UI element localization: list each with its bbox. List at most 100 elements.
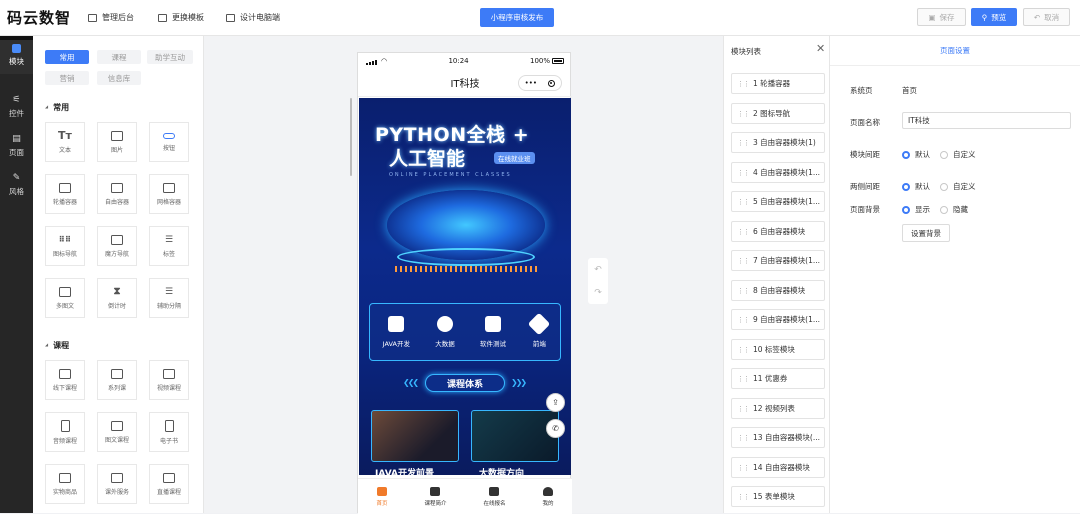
undo-button[interactable]: ↶: [594, 265, 602, 275]
tabbar-signup[interactable]: 在线报名: [483, 486, 506, 507]
tab-common[interactable]: 常用: [45, 50, 89, 64]
comp-audio-course[interactable]: 音频课程: [45, 412, 85, 452]
page-bg-hide-radio[interactable]: 隐藏: [940, 204, 968, 215]
comp-ebook[interactable]: 电子书: [149, 412, 189, 452]
cancel-button[interactable]: ↶ 取消: [1023, 8, 1070, 26]
module-item[interactable]: ⋮⋮ 6 自由容器模块: [731, 221, 825, 242]
close-icon[interactable]: ✕: [816, 42, 825, 55]
nav-design-desktop[interactable]: 设计电脑端: [226, 12, 280, 23]
drag-handle-icon[interactable]: ⋮⋮: [737, 198, 750, 206]
drag-handle-icon[interactable]: ⋮⋮: [737, 110, 750, 118]
comp-grid-container[interactable]: 网格容器: [149, 174, 189, 214]
comp-live-course[interactable]: 直播课程: [149, 464, 189, 504]
nav-admin[interactable]: 管理后台: [88, 12, 134, 23]
drag-handle-icon[interactable]: ⋮⋮: [737, 405, 750, 413]
tab-info[interactable]: 信息库: [97, 71, 141, 85]
comp-extra-service[interactable]: 课外服务: [97, 464, 137, 504]
comp-tag[interactable]: ☰ 标签: [149, 226, 189, 266]
undo-icon: ↶: [1033, 12, 1041, 22]
module-item[interactable]: ⋮⋮ 14 自由容器模块: [731, 457, 825, 478]
icon-nav-module[interactable]: JAVA开发 大数据 软件测试 前端: [369, 303, 561, 361]
drag-handle-icon[interactable]: ⋮⋮: [737, 80, 750, 88]
comp-image[interactable]: 图片: [97, 122, 137, 162]
course-card-java[interactable]: [371, 410, 459, 462]
tabbar-home[interactable]: 首页: [376, 486, 388, 507]
drag-handle-icon[interactable]: ⋮⋮: [737, 287, 750, 295]
drag-handle-icon[interactable]: ⋮⋮: [737, 346, 750, 354]
module-item[interactable]: ⋮⋮ 9 自由容器模块(1...: [731, 309, 825, 330]
module-item[interactable]: ⋮⋮ 5 自由容器模块(1...: [731, 191, 825, 212]
comp-divider[interactable]: ☰ 辅助分隔: [149, 278, 189, 318]
drag-handle-icon[interactable]: ⋮⋮: [737, 464, 750, 472]
icon-nav-bigdata[interactable]: 大数据: [435, 316, 455, 348]
redo-button[interactable]: ↷: [594, 288, 602, 298]
module-item[interactable]: ⋮⋮ 2 图标导航: [731, 103, 825, 124]
save-button[interactable]: ▣ 保存: [917, 8, 966, 26]
comp-series-course[interactable]: 系列课: [97, 360, 137, 400]
status-bar: ◠ 10:24 100%: [358, 53, 572, 69]
series-icon: [111, 368, 123, 379]
comp-carousel[interactable]: 轮播容器: [45, 174, 85, 214]
comp-text[interactable]: Tт 文本: [45, 122, 85, 162]
rail-controls[interactable]: ⚟ 控件: [0, 88, 33, 126]
share-button[interactable]: ⇪: [546, 393, 565, 412]
drag-handle-icon[interactable]: ⋮⋮: [737, 228, 750, 236]
module-item[interactable]: ⋮⋮ 1 轮播容器: [731, 73, 825, 94]
comp-button[interactable]: 按钮: [149, 122, 189, 162]
side-gap-custom-radio[interactable]: 自定义: [940, 181, 976, 192]
module-item[interactable]: ⋮⋮ 3 自由容器模块(1): [731, 132, 825, 153]
drag-handle-icon[interactable]: ⋮⋮: [737, 257, 750, 265]
tab-page-settings[interactable]: 页面设置: [830, 36, 1080, 66]
comp-physical-goods[interactable]: 实物商品: [45, 464, 85, 504]
monitor-icon: [226, 13, 235, 22]
phone-navbar: IT科技 •••: [358, 69, 572, 97]
rail-modules[interactable]: 模块: [0, 36, 33, 74]
set-background-button[interactable]: 设置背景: [902, 224, 950, 242]
module-item[interactable]: ⋮⋮ 4 自由容器模块(1...: [731, 162, 825, 183]
drag-handle-icon[interactable]: ⋮⋮: [737, 434, 750, 442]
module-item[interactable]: ⋮⋮ 12 视频列表: [731, 398, 825, 419]
tab-course[interactable]: 课程: [97, 50, 141, 64]
module-item[interactable]: ⋮⋮ 7 自由容器模块(1...: [731, 250, 825, 271]
module-item[interactable]: ⋮⋮ 8 自由容器模块: [731, 280, 825, 301]
tabbar-course-intro[interactable]: 课程简介: [424, 486, 447, 507]
module-item[interactable]: ⋮⋮ 11 优惠券: [731, 368, 825, 389]
module-item[interactable]: ⋮⋮ 15 表单模块: [731, 486, 825, 507]
drag-handle-icon[interactable]: ⋮⋮: [737, 139, 750, 147]
miniapp-capsule[interactable]: •••: [518, 75, 562, 91]
course-card-bigdata[interactable]: [471, 410, 559, 462]
drag-handle-icon[interactable]: ⋮⋮: [737, 375, 750, 383]
page-bg-show-radio[interactable]: 显示: [902, 204, 930, 215]
tabbar-mine[interactable]: 我的: [542, 486, 554, 507]
module-gap-custom-radio[interactable]: 自定义: [940, 149, 976, 160]
comp-free-container[interactable]: 自由容器: [97, 174, 137, 214]
comp-icon-nav[interactable]: ⠿⠿ 图标导航: [45, 226, 85, 266]
canvas-scrollbar[interactable]: [350, 98, 352, 176]
drag-handle-icon[interactable]: ⋮⋮: [737, 169, 750, 177]
comp-countdown[interactable]: ⧗ 倒计时: [97, 278, 137, 318]
rail-pages[interactable]: ▤ 页面: [0, 127, 33, 165]
banner-module[interactable]: PYTHON全栈 + 人工智能 在线就业班 ONLINE PLACEMENT C…: [359, 98, 571, 475]
nav-change-template[interactable]: 更换模板: [158, 12, 204, 23]
module-item[interactable]: ⋮⋮ 10 标签模块: [731, 339, 825, 360]
comp-article-course[interactable]: 图文课程: [97, 412, 137, 452]
tab-marketing[interactable]: 营销: [45, 71, 89, 85]
rail-style[interactable]: ✎ 风格: [0, 166, 33, 204]
comp-cube-nav[interactable]: 魔方导航: [97, 226, 137, 266]
icon-nav-frontend[interactable]: 前端: [528, 312, 551, 348]
icon-nav-testing[interactable]: 软件测试: [480, 316, 506, 348]
preview-button[interactable]: ⚲ 预览: [971, 8, 1017, 26]
module-item[interactable]: ⋮⋮ 13 自由容器模块(...: [731, 427, 825, 448]
drag-handle-icon[interactable]: ⋮⋮: [737, 493, 750, 501]
comp-offline-course[interactable]: 线下课程: [45, 360, 85, 400]
icon-nav-java[interactable]: JAVA开发: [383, 316, 410, 348]
comp-video-course[interactable]: 视频课程: [149, 360, 189, 400]
call-button[interactable]: ✆: [546, 419, 565, 438]
side-gap-default-radio[interactable]: 默认: [902, 181, 930, 192]
tab-interaction[interactable]: 助学互动: [147, 50, 193, 64]
module-gap-default-radio[interactable]: 默认: [902, 149, 930, 160]
drag-handle-icon[interactable]: ⋮⋮: [737, 316, 750, 324]
comp-multi-image-text[interactable]: 多图文: [45, 278, 85, 318]
page-name-input[interactable]: IT科技: [902, 112, 1071, 129]
publish-button[interactable]: 小程序审核发布: [480, 8, 554, 27]
